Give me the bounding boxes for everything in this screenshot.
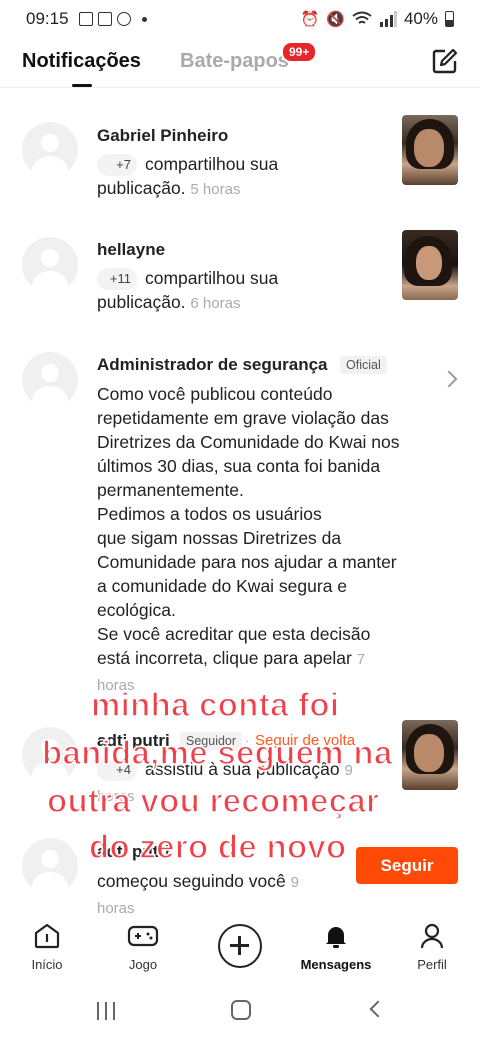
avatar[interactable] [22,237,78,293]
participant-count: +7 [97,154,137,177]
notification-user-name[interactable]: Gabriel Pinheiro [97,126,228,146]
wifi-icon [352,11,372,24]
tab-chats[interactable]: Bate-papos [180,50,289,73]
create-post-button[interactable] [218,924,262,968]
bottom-navigation: Início Jogo Mensagens Perfil [0,916,480,984]
notification-action: começou seguindo você [97,871,286,891]
message-line: Como você publicou conteúdo [97,384,333,404]
notification-user-name: Administrador de segurança [97,355,328,374]
nav-messages[interactable]: Mensagens [291,922,381,972]
status-time: 09:15 [26,9,69,28]
nav-game-label: Jogo [128,957,158,972]
message-line: Se você acreditar que esta decisão [97,624,371,644]
notification-action: compartilhou sua [145,154,279,174]
participant-count: +11 [97,268,137,291]
notification-time: 7 [356,651,366,668]
follow-button[interactable]: Seguir [356,847,458,884]
bell-icon [326,927,346,948]
status-bar: 09:15 ⏰ 🔇 40% [0,0,480,38]
post-thumbnail[interactable] [402,720,458,790]
notification-item[interactable]: hellayne +11 compartilhou sua publicação.… [0,225,480,325]
notification-time: 5 horas [190,181,241,199]
post-thumbnail[interactable] [402,115,458,185]
notification-time: 6 horas [190,295,241,313]
notification-user-name[interactable]: hellayne [97,240,165,260]
message-line: repetidamente em grave violação das [97,408,389,428]
chats-unread-badge: 99+ [281,41,318,63]
overlay-caption-line: banida,me seguem na [41,733,393,772]
nav-home-label: Início [31,957,63,972]
official-badge: Oficial [340,356,387,374]
notification-item[interactable]: Gabriel Pinheiro +7 compartilhou sua publ… [0,110,480,210]
avatar[interactable] [22,838,78,894]
recent-apps-icon[interactable] [97,1002,117,1020]
overlay-caption-line: outra vou recomeçar [46,781,380,820]
chevron-right-icon[interactable] [440,370,458,388]
alarm-icon: ⏰ [300,11,320,28]
message-line: ecológica. [97,600,176,620]
signal-icon [379,11,397,27]
home-icon [34,923,60,949]
battery-percent: 40% [403,9,438,28]
message-line: permanentemente. [97,480,244,500]
nav-home[interactable]: Início [2,922,92,972]
active-tab-indicator [72,84,92,87]
message-line: Diretrizes da Comunidade do Kwai nos [97,432,400,452]
notification-action-cont: publicação. [97,178,186,199]
message-line: Pedimos a todos os usuários [97,504,322,524]
top-tabs: Notificações Bate-papos 99+ [0,38,480,88]
notification-time: 9 [290,874,299,891]
battery-icon [445,11,454,27]
notification-item-admin[interactable]: Administrador de segurança Oficial Como … [0,340,480,694]
mute-icon: 🔇 [326,11,345,28]
message-line: Comunidade para nos ajudar a manter [97,552,397,572]
back-icon[interactable] [369,1000,387,1018]
notification-time-unit: horas [97,900,135,917]
profile-icon [420,923,444,949]
notification-text: Como você publicou conteúdo repetidament… [97,382,400,698]
calendar-icon [78,12,93,26]
nav-game[interactable]: Jogo [98,922,188,972]
gallery-icon [97,12,112,26]
message-line: últimos 30 dias, sua conta foi banida [97,456,381,476]
more-notifications-dot-icon [141,16,147,22]
avatar[interactable] [22,122,78,178]
notification-text: +7 compartilhou sua publicação. 5 horas [97,152,278,202]
message-line: a comunidade do Kwai segura e [97,576,348,596]
nav-profile[interactable]: Perfil [387,922,477,972]
notification-text: começou seguindo você 9 horas [97,869,299,921]
notification-text: +11 compartilhou sua publicação. 6 horas [97,266,278,316]
home-button-icon[interactable] [231,1000,251,1020]
avatar [22,352,78,408]
compose-icon[interactable] [432,48,458,74]
post-thumbnail[interactable] [402,230,458,300]
tab-notifications[interactable]: Notificações [22,50,141,73]
notification-action: compartilhou sua [145,268,279,288]
overlay-caption-line: minha conta foi [90,685,340,724]
message-line: que sigam nossas Diretrizes da [97,528,342,548]
system-navigation-bar [0,984,480,1040]
overlay-caption-line: do zero de novo [88,827,347,866]
app-notification-icon [116,12,131,26]
message-line: está incorreta, clique para apelar [97,648,352,668]
nav-messages-label: Mensagens [300,957,372,972]
notification-action-cont: publicação. [97,292,186,313]
status-notification-icons [78,12,147,26]
gamepad-icon [127,925,159,947]
nav-profile-label: Perfil [417,957,447,972]
